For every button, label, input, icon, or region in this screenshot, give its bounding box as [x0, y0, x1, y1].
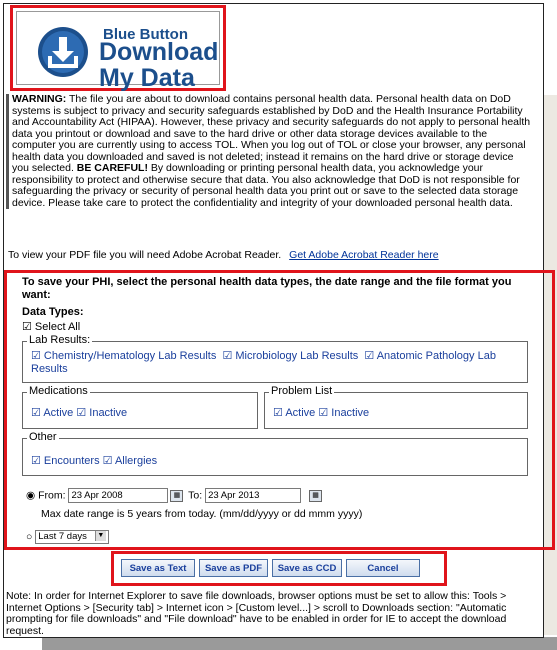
logo-line2: Download: [99, 38, 219, 66]
medications-fieldset: Medications ☑ Active ☑ Inactive: [22, 385, 258, 429]
last-days-select[interactable]: Last 7 days ▼: [35, 530, 109, 544]
careful-label: BE CAREFUL!: [76, 162, 148, 174]
lab-results-fieldset: Lab Results: ☑ Chemistry/Hematology Lab …: [22, 334, 528, 383]
last-days-row: ○ Last 7 days ▼: [26, 530, 109, 544]
date-range-row: ◉ From: 23 Apr 2008 ▦ To: 23 Apr 2013 ▦: [26, 488, 324, 503]
lab-micro-label: Microbiology Lab Results: [235, 350, 359, 362]
encounters-checkbox[interactable]: ☑ Encounters: [31, 455, 100, 467]
from-date-input[interactable]: 23 Apr 2008: [68, 488, 169, 503]
calendar-icon[interactable]: ▦: [170, 489, 184, 502]
calendar-icon[interactable]: ▦: [309, 489, 323, 502]
lab-chem-label: Chemistry/Hematology Lab Results: [43, 350, 217, 362]
select-all-checkbox[interactable]: ☑ Select All: [22, 320, 80, 333]
encounters-label: Encounters: [43, 455, 100, 467]
horizontal-scrollbar[interactable]: [42, 637, 557, 650]
from-radio[interactable]: ◉: [26, 489, 35, 501]
prob-inactive-checkbox[interactable]: ☑ Inactive: [318, 407, 369, 419]
med-active-label: Active: [43, 407, 74, 419]
lab-micro-checkbox[interactable]: ☑ Microbiology Lab Results: [222, 350, 358, 362]
allergies-label: Allergies: [114, 455, 158, 467]
last-days-radio[interactable]: ○: [26, 531, 32, 543]
other-legend: Other: [27, 431, 59, 443]
max-range-note: Max date range is 5 years from today. (m…: [41, 508, 363, 520]
allergies-checkbox[interactable]: ☑ Allergies: [103, 455, 158, 467]
warning-text: WARNING: The file you are about to downl…: [6, 93, 532, 209]
save-ccd-button[interactable]: Save as CCD: [272, 559, 342, 577]
prob-active-label: Active: [285, 407, 316, 419]
save-text-button[interactable]: Save as Text: [121, 559, 195, 577]
problem-legend: Problem List: [269, 385, 335, 397]
med-active-checkbox[interactable]: ☑ Active: [31, 407, 73, 419]
save-pdf-button[interactable]: Save as PDF: [199, 559, 268, 577]
select-all-label: Select All: [34, 321, 81, 333]
to-label: To:: [188, 489, 203, 502]
logo-line3: My Data: [99, 64, 195, 92]
data-types-label: Data Types:: [22, 306, 84, 318]
download-icon: [38, 27, 88, 77]
lab-chem-checkbox[interactable]: ☑ Chemistry/Hematology Lab Results: [31, 350, 216, 362]
to-date-input[interactable]: 23 Apr 2013: [205, 488, 302, 503]
lab-legend: Lab Results:: [27, 334, 93, 346]
chevron-down-icon: ▼: [94, 531, 106, 541]
medications-legend: Medications: [27, 385, 90, 397]
med-inactive-checkbox[interactable]: ☑ Inactive: [76, 407, 127, 419]
other-fieldset: Other ☑ Encounters ☑ Allergies: [22, 431, 528, 476]
ie-note: Note: In order for Internet Explorer to …: [6, 590, 507, 637]
pdf-info: To view your PDF file you will need Adob…: [8, 249, 439, 261]
from-label: From:: [38, 489, 66, 502]
instruction-text: To save your PHI, select the personal he…: [22, 276, 512, 301]
prob-active-checkbox[interactable]: ☑ Active: [273, 407, 315, 419]
last-days-value: Last 7 days: [38, 531, 87, 542]
med-inactive-label: Inactive: [89, 407, 128, 419]
cancel-button[interactable]: Cancel: [346, 559, 420, 577]
prob-inactive-label: Inactive: [331, 407, 370, 419]
pdf-text: To view your PDF file you will need Adob…: [8, 249, 282, 261]
acrobat-link[interactable]: Get Adobe Acrobat Reader here: [289, 249, 438, 261]
blue-button-logo: Blue Button Download My Data: [10, 5, 226, 91]
warning-label: WARNING:: [12, 93, 67, 105]
problem-list-fieldset: Problem List ☑ Active ☑ Inactive: [264, 385, 528, 429]
